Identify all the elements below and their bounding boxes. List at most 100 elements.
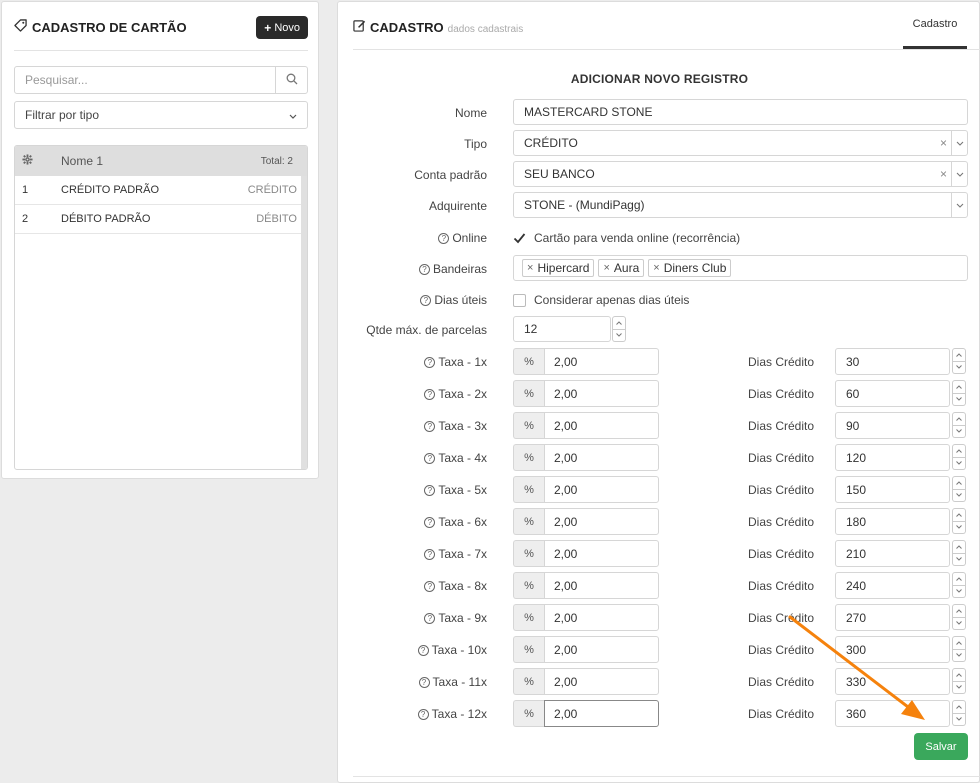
help-icon[interactable]: ? bbox=[417, 644, 429, 656]
dias-credito-input[interactable]: 270 bbox=[835, 604, 950, 631]
help-icon[interactable]: ? bbox=[424, 356, 436, 368]
help-icon[interactable]: ? bbox=[438, 232, 450, 244]
chevron-up-icon[interactable] bbox=[952, 668, 966, 682]
dias-credito-input[interactable]: 330 bbox=[835, 668, 950, 695]
dias-credito-stepper[interactable] bbox=[952, 572, 966, 598]
dias-credito-stepper[interactable] bbox=[952, 348, 966, 374]
dias-credito-input[interactable]: 180 bbox=[835, 508, 950, 535]
dias-credito-stepper[interactable] bbox=[952, 636, 966, 662]
dias-credito-stepper[interactable] bbox=[952, 604, 966, 630]
rate-input[interactable]: 2,00 bbox=[544, 444, 659, 471]
chevron-up-icon[interactable] bbox=[952, 540, 966, 554]
online-checkbox[interactable] bbox=[513, 232, 526, 245]
chevron-up-icon[interactable] bbox=[952, 348, 966, 362]
save-button[interactable]: Salvar bbox=[914, 733, 968, 760]
help-icon[interactable]: ? bbox=[424, 580, 436, 592]
conta-select[interactable]: SEU BANCO × bbox=[513, 161, 968, 187]
clear-icon[interactable]: × bbox=[940, 136, 947, 150]
remove-tag-icon[interactable]: × bbox=[603, 262, 609, 274]
help-icon[interactable]: ? bbox=[418, 676, 430, 688]
chevron-down-icon[interactable] bbox=[952, 617, 966, 630]
search-button[interactable] bbox=[275, 67, 307, 93]
chevron-down-icon[interactable] bbox=[952, 553, 966, 566]
bandeiras-multiselect[interactable]: × Hipercard × Aura × Diners Club bbox=[513, 255, 968, 281]
dias-credito-stepper[interactable] bbox=[952, 668, 966, 694]
nome-input[interactable]: MASTERCARD STONE bbox=[513, 99, 968, 125]
chevron-up-icon[interactable] bbox=[612, 316, 626, 330]
table-scrollbar[interactable] bbox=[301, 176, 307, 469]
chevron-up-icon[interactable] bbox=[952, 380, 966, 394]
chevron-down-icon[interactable] bbox=[952, 425, 966, 438]
remove-tag-icon[interactable]: × bbox=[653, 262, 659, 274]
chevron-down-icon[interactable] bbox=[951, 131, 967, 155]
chevron-up-icon[interactable] bbox=[952, 700, 966, 714]
rate-input[interactable]: 2,00 bbox=[544, 412, 659, 439]
help-icon[interactable]: ? bbox=[424, 516, 436, 528]
chevron-up-icon[interactable] bbox=[952, 636, 966, 650]
adquirente-select[interactable]: STONE - (MundiPagg) bbox=[513, 192, 968, 218]
chevron-down-icon[interactable] bbox=[951, 193, 967, 217]
dias-credito-input[interactable]: 300 bbox=[835, 636, 950, 663]
dias-credito-stepper[interactable] bbox=[952, 508, 966, 534]
help-icon[interactable]: ? bbox=[424, 420, 436, 432]
chevron-up-icon[interactable] bbox=[952, 476, 966, 490]
tipo-select[interactable]: CRÉDITO × bbox=[513, 130, 968, 156]
dias-credito-stepper[interactable] bbox=[952, 412, 966, 438]
rate-input[interactable]: 2,00 bbox=[544, 476, 659, 503]
chevron-up-icon[interactable] bbox=[952, 508, 966, 522]
rate-input[interactable]: 2,00 bbox=[544, 700, 659, 727]
chevron-down-icon[interactable] bbox=[952, 649, 966, 662]
chevron-down-icon[interactable] bbox=[952, 521, 966, 534]
chevron-down-icon[interactable] bbox=[952, 361, 966, 374]
online-checkbox-row[interactable]: Cartão para venda online (recorrência) bbox=[513, 231, 740, 245]
help-icon[interactable]: ? bbox=[424, 452, 436, 464]
chevron-down-icon[interactable] bbox=[952, 457, 966, 470]
chevron-down-icon[interactable] bbox=[952, 585, 966, 598]
help-icon[interactable]: ? bbox=[418, 263, 430, 275]
dias-credito-input[interactable]: 360 bbox=[835, 700, 950, 727]
dias-credito-stepper[interactable] bbox=[952, 380, 966, 406]
type-filter-select[interactable]: Filtrar por tipo bbox=[14, 101, 308, 129]
dias-credito-input[interactable]: 150 bbox=[835, 476, 950, 503]
dias-credito-stepper[interactable] bbox=[952, 700, 966, 726]
rate-input[interactable]: 2,00 bbox=[544, 380, 659, 407]
help-icon[interactable]: ? bbox=[417, 708, 429, 720]
rate-input[interactable]: 2,00 bbox=[544, 604, 659, 631]
dias-credito-stepper[interactable] bbox=[952, 444, 966, 470]
gear-icon[interactable] bbox=[15, 154, 61, 168]
chevron-down-icon[interactable] bbox=[952, 489, 966, 502]
rate-input[interactable]: 2,00 bbox=[544, 540, 659, 567]
dias-uteis-checkbox[interactable] bbox=[513, 293, 526, 307]
help-icon[interactable]: ? bbox=[424, 612, 436, 624]
new-button[interactable]: + Novo bbox=[256, 16, 308, 39]
chevron-up-icon[interactable] bbox=[952, 444, 966, 458]
chevron-up-icon[interactable] bbox=[952, 604, 966, 618]
rate-input[interactable]: 2,00 bbox=[544, 348, 659, 375]
chevron-down-icon[interactable] bbox=[952, 713, 966, 726]
help-icon[interactable]: ? bbox=[424, 548, 436, 560]
chevron-down-icon[interactable] bbox=[952, 681, 966, 694]
dias-credito-input[interactable]: 120 bbox=[835, 444, 950, 471]
dias-uteis-checkbox-row[interactable]: Considerar apenas dias úteis bbox=[513, 293, 689, 307]
dias-credito-input[interactable]: 90 bbox=[835, 412, 950, 439]
chevron-down-icon[interactable] bbox=[952, 393, 966, 406]
parcelas-stepper[interactable] bbox=[612, 316, 626, 342]
rate-input[interactable]: 2,00 bbox=[544, 572, 659, 599]
rate-input[interactable]: 2,00 bbox=[544, 636, 659, 663]
dias-credito-input[interactable]: 210 bbox=[835, 540, 950, 567]
rate-input[interactable]: 2,00 bbox=[544, 508, 659, 535]
column-header-name[interactable]: Nome 1 bbox=[61, 154, 261, 168]
help-icon[interactable]: ? bbox=[424, 388, 436, 400]
chevron-down-icon[interactable] bbox=[951, 162, 967, 186]
help-icon[interactable]: ? bbox=[424, 484, 436, 496]
table-row[interactable]: 1 CRÉDITO PADRÃO CRÉDITO bbox=[15, 176, 303, 205]
tab-cadastro[interactable]: Cadastro bbox=[903, 2, 967, 49]
help-icon[interactable]: ? bbox=[420, 294, 432, 306]
dias-credito-input[interactable]: 60 bbox=[835, 380, 950, 407]
dias-credito-input[interactable]: 240 bbox=[835, 572, 950, 599]
search-input[interactable] bbox=[15, 67, 275, 93]
dias-credito-stepper[interactable] bbox=[952, 540, 966, 566]
rate-input[interactable]: 2,00 bbox=[544, 668, 659, 695]
remove-tag-icon[interactable]: × bbox=[527, 262, 533, 274]
table-row[interactable]: 2 DÉBITO PADRÃO DÉBITO bbox=[15, 205, 303, 234]
